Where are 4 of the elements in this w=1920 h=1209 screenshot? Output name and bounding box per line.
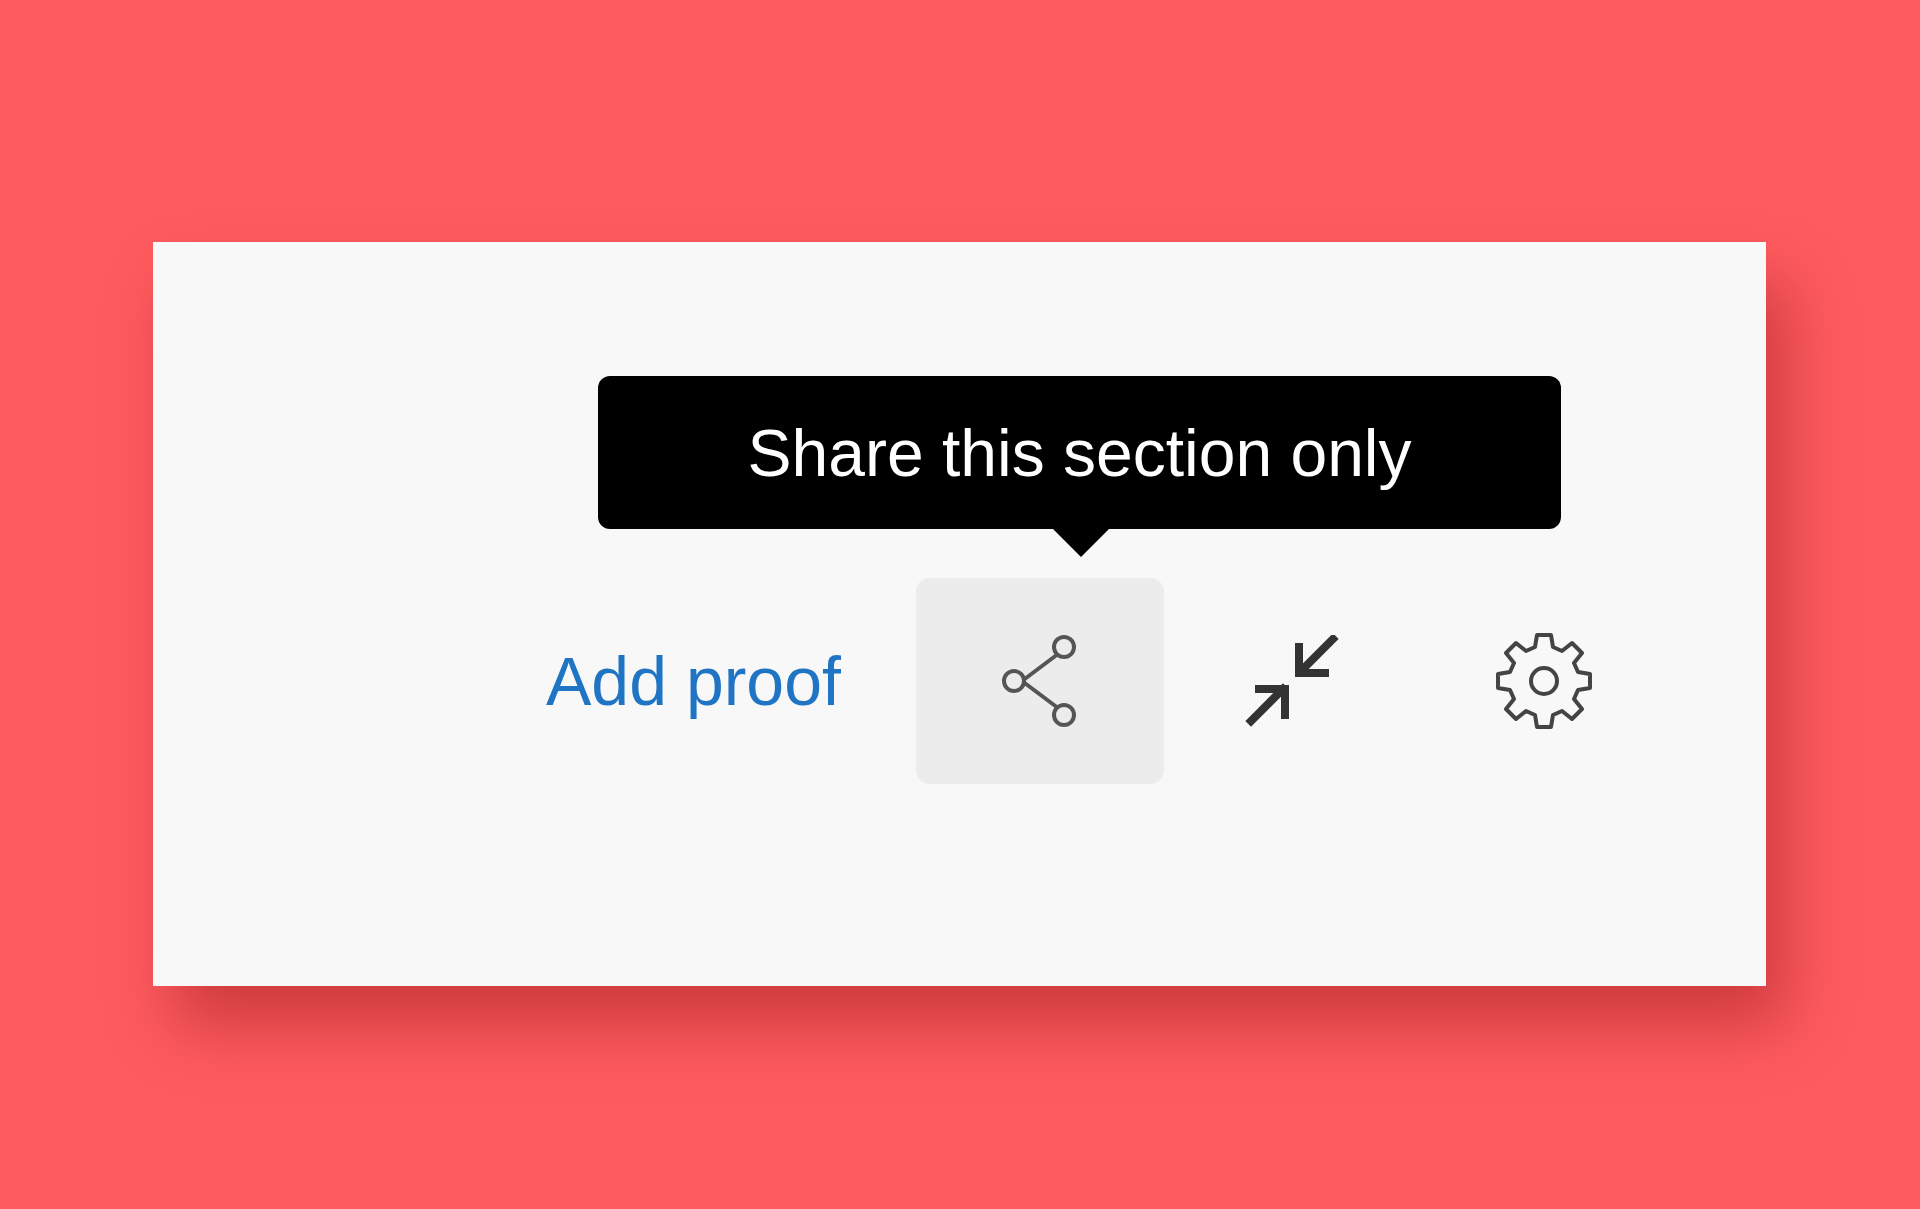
add-proof-link[interactable]: Add proof (546, 642, 841, 720)
collapse-icon (1244, 635, 1339, 727)
settings-icon (1493, 631, 1594, 731)
tooltip: Share this section only (598, 376, 1561, 557)
